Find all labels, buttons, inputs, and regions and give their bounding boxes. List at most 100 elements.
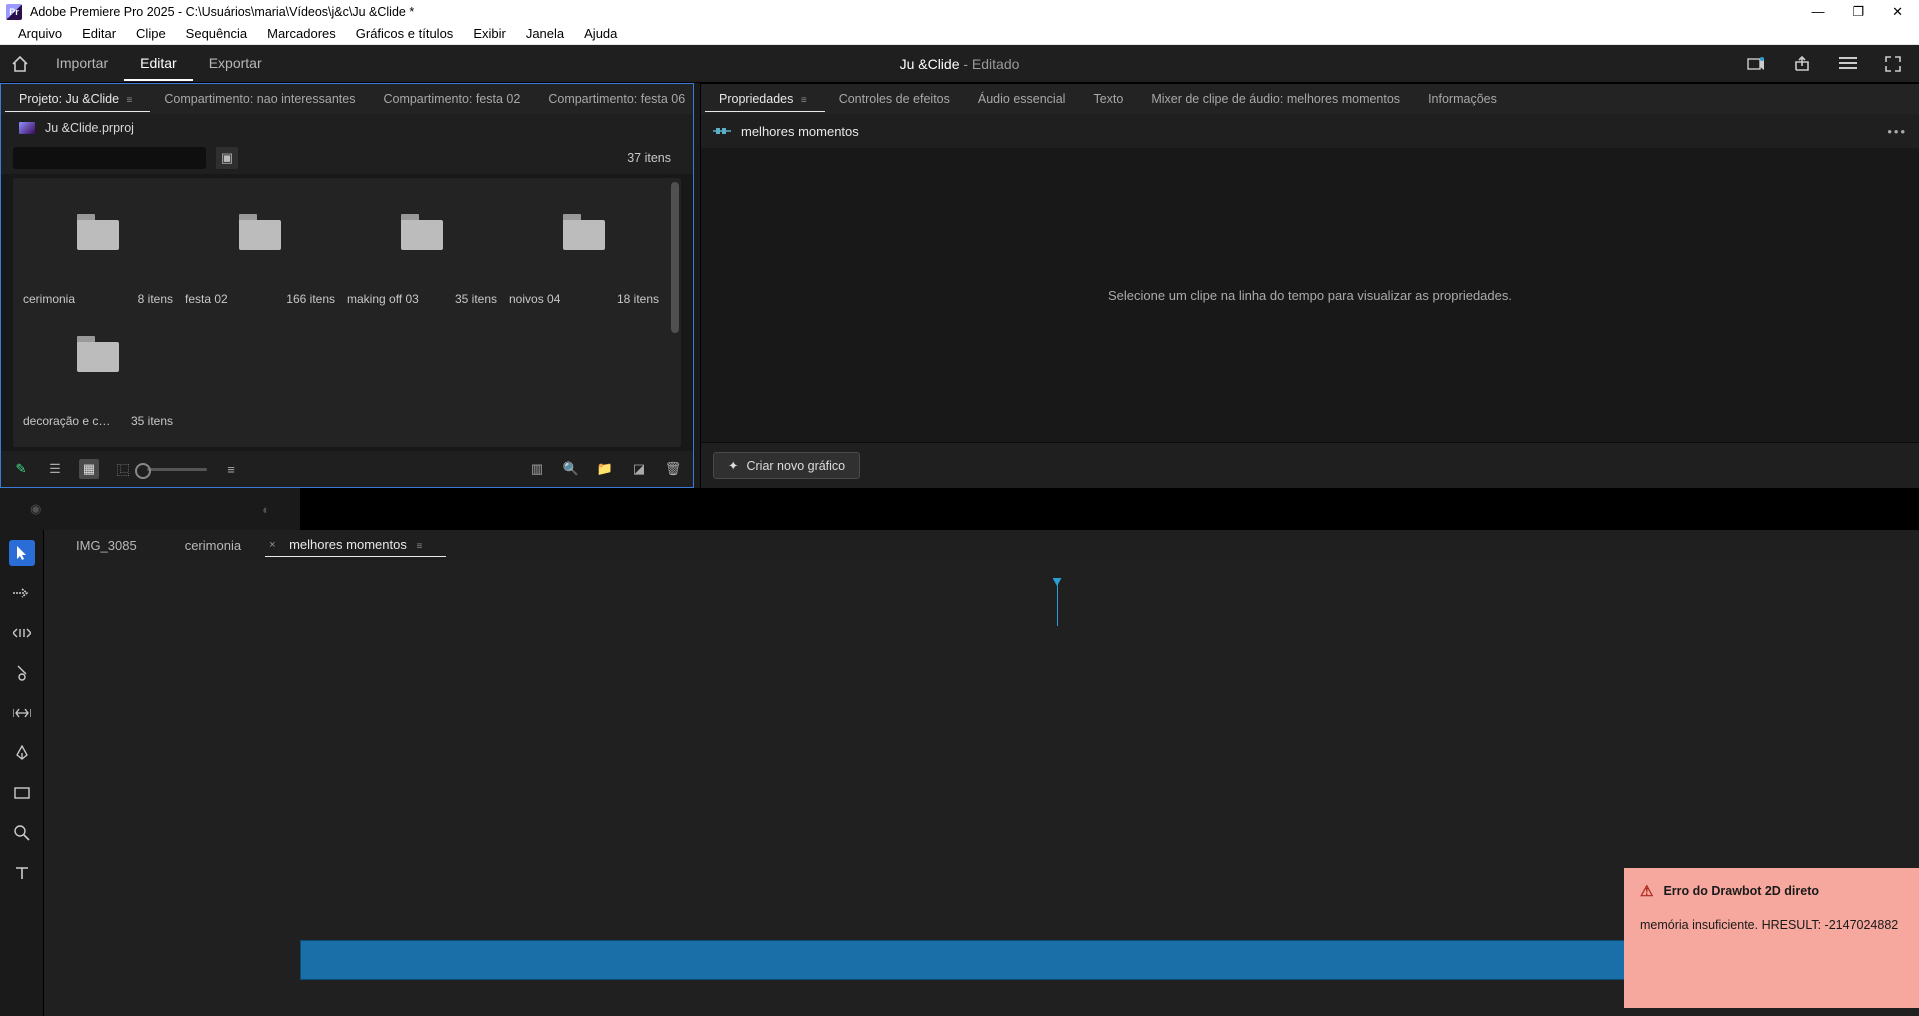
search-input[interactable] <box>13 147 206 169</box>
project-file-name: Ju &Clide.prproj <box>45 121 134 135</box>
monitor-settings-icon[interactable]: ◐ <box>262 502 270 517</box>
window-maximize-icon[interactable]: ❐ <box>1852 4 1864 20</box>
quick-export-icon[interactable] <box>1747 56 1765 72</box>
bin-noivos[interactable]: noivos 0418 itens <box>503 188 665 310</box>
tab-audio-essencial[interactable]: Áudio essencial <box>964 87 1080 111</box>
properties-header: melhores momentos ••• <box>701 114 1919 148</box>
error-notification[interactable]: ⚠ Erro do Drawbot 2D direto memória insu… <box>1624 868 1919 1008</box>
menu-exibir[interactable]: Exibir <box>463 24 516 43</box>
workspace-menu-icon[interactable] <box>1839 56 1857 72</box>
menubar: Arquivo Editar Clipe Sequência Marcadore… <box>0 23 1919 45</box>
tab-mixer[interactable]: Mixer de clipe de áudio: melhores moment… <box>1137 87 1414 111</box>
document-title: Ju &Clide - Editado <box>900 56 1020 72</box>
error-body: memória insuficiente. HRESULT: -21470248… <box>1640 918 1903 932</box>
menu-sequencia[interactable]: Sequência <box>176 24 257 43</box>
titlebar-text: Adobe Premiere Pro 2025 - C:\Usuários\ma… <box>30 5 414 19</box>
mode-edit[interactable]: Editar <box>124 47 193 81</box>
bin-cerimonia[interactable]: cerimonia8 itens <box>17 188 179 310</box>
type-tool-icon[interactable] <box>9 860 35 886</box>
sequence-name: melhores momentos <box>741 124 859 139</box>
properties-empty-message: Selecione um clipe na linha do tempo par… <box>701 148 1919 442</box>
tab-bin-festa06[interactable]: Compartimento: festa 06 <box>534 87 693 111</box>
create-graphic-button[interactable]: ✦ Criar novo gráfico <box>713 452 860 479</box>
timeline-tabs: IMG_3085 cerimonia × melhores momentos ≡ <box>44 530 1919 560</box>
new-item-icon[interactable]: ◪ <box>629 459 649 479</box>
mode-export[interactable]: Exportar <box>193 47 278 81</box>
create-graphic-label: Criar novo gráfico <box>746 459 845 473</box>
pencil-icon[interactable]: ✎ <box>11 459 31 479</box>
ripple-edit-tool-icon[interactable] <box>9 620 35 646</box>
menu-ajuda[interactable]: Ajuda <box>574 24 627 43</box>
menu-editar[interactable]: Editar <box>72 24 126 43</box>
tab-propriedades[interactable]: Propriedades ≡ <box>705 87 825 112</box>
freeform-view-icon[interactable]: ▣ <box>216 147 238 169</box>
window-titlebar: Pr Adobe Premiere Pro 2025 - C:\Usuários… <box>0 0 1919 23</box>
close-tab-icon[interactable]: × <box>269 539 275 551</box>
project-panel: Projeto: Ju &Clide ≡ Compartimento: nao … <box>0 83 694 488</box>
hand-zoom-tool-icon[interactable] <box>9 820 35 846</box>
project-file-icon <box>19 122 35 134</box>
razor-tool-icon[interactable] <box>9 660 35 686</box>
sequence-icon <box>713 124 731 138</box>
warning-icon: ⚠ <box>1640 882 1653 900</box>
pen-tool-icon[interactable] <box>9 740 35 766</box>
app-icon: Pr <box>6 4 22 20</box>
new-bin-icon[interactable]: 📁 <box>595 459 615 479</box>
tab-menu-icon[interactable]: ≡ <box>123 95 137 106</box>
bin-festa02[interactable]: festa 02166 itens <box>179 188 341 310</box>
slip-tool-icon[interactable] <box>9 700 35 726</box>
folder-icon <box>563 220 605 250</box>
menu-janela[interactable]: Janela <box>516 24 574 43</box>
rectangle-tool-icon[interactable] <box>9 780 35 806</box>
folder-icon <box>239 220 281 250</box>
trash-icon[interactable]: 🗑 <box>663 459 683 479</box>
tab-bin-festa02[interactable]: Compartimento: festa 02 <box>369 87 534 111</box>
project-panel-tabs: Projeto: Ju &Clide ≡ Compartimento: nao … <box>1 84 693 114</box>
freeform-icon[interactable]: ⿺ <box>113 459 133 479</box>
bin-making-off[interactable]: making off 0335 itens <box>341 188 503 310</box>
timeline-tab-cerimonia[interactable]: cerimonia <box>161 534 265 557</box>
share-icon[interactable] <box>1793 56 1811 72</box>
folder-icon <box>77 220 119 250</box>
tab-controles-efeitos[interactable]: Controles de efeitos <box>825 87 964 111</box>
bins-scrollbar[interactable] <box>671 182 679 333</box>
menu-marcadores[interactable]: Marcadores <box>257 24 346 43</box>
list-view-icon[interactable]: ☰ <box>45 459 65 479</box>
mode-import[interactable]: Importar <box>40 47 124 81</box>
bin-decoracao[interactable]: decoração e cenari...35 itens <box>17 310 179 432</box>
monitor-fx-icon[interactable]: ◉ <box>30 501 41 517</box>
icon-view-icon[interactable]: ▦ <box>79 459 99 479</box>
zoom-slider[interactable] <box>147 468 207 471</box>
tools-rail <box>0 530 44 1016</box>
bins-area[interactable]: cerimonia8 itens festa 02166 itens makin… <box>13 178 681 447</box>
selection-tool-icon[interactable] <box>9 540 35 566</box>
source-monitor-strip: ◉ ◐ <box>0 488 1919 530</box>
tab-menu-icon[interactable]: ≡ <box>797 95 811 106</box>
sort-icon[interactable]: ≡ <box>221 459 241 479</box>
home-icon[interactable] <box>0 56 40 72</box>
menu-graficos[interactable]: Gráficos e títulos <box>346 24 464 43</box>
timeline-tab-melhores[interactable]: × melhores momentos ≡ <box>265 533 446 557</box>
find-icon[interactable]: 🔍 <box>561 459 581 479</box>
automate-icon[interactable]: ▥ <box>527 459 547 479</box>
timeline-tab-img3085[interactable]: IMG_3085 <box>52 534 161 557</box>
menu-arquivo[interactable]: Arquivo <box>8 24 72 43</box>
tab-texto[interactable]: Texto <box>1079 87 1137 111</box>
window-close-icon[interactable]: ✕ <box>1892 4 1903 20</box>
project-file-row: Ju &Clide.prproj <box>1 114 693 142</box>
panel-menu-icon[interactable]: ••• <box>1887 124 1907 139</box>
menu-clipe[interactable]: Clipe <box>126 24 176 43</box>
track-select-tool-icon[interactable] <box>9 580 35 606</box>
tab-menu-icon[interactable]: ≡ <box>416 541 422 552</box>
fullscreen-icon[interactable] <box>1885 56 1901 72</box>
tab-projeto[interactable]: Projeto: Ju &Clide ≡ <box>5 87 150 112</box>
error-title: Erro do Drawbot 2D direto <box>1663 884 1819 898</box>
folder-icon <box>401 220 443 250</box>
properties-panel-tabs: Propriedades ≡ Controles de efeitos Áudi… <box>701 84 1919 114</box>
project-footer: ✎ ☰ ▦ ⿺ ≡ ▥ 🔍 📁 ◪ 🗑 <box>1 451 693 487</box>
graphic-icon: ✦ <box>728 458 738 473</box>
window-minimize-icon[interactable]: — <box>1811 4 1824 20</box>
tab-bin-nao-interessantes[interactable]: Compartimento: nao interessantes <box>150 87 369 111</box>
tab-informacoes[interactable]: Informações <box>1414 87 1511 111</box>
playhead[interactable] <box>1057 584 1058 626</box>
